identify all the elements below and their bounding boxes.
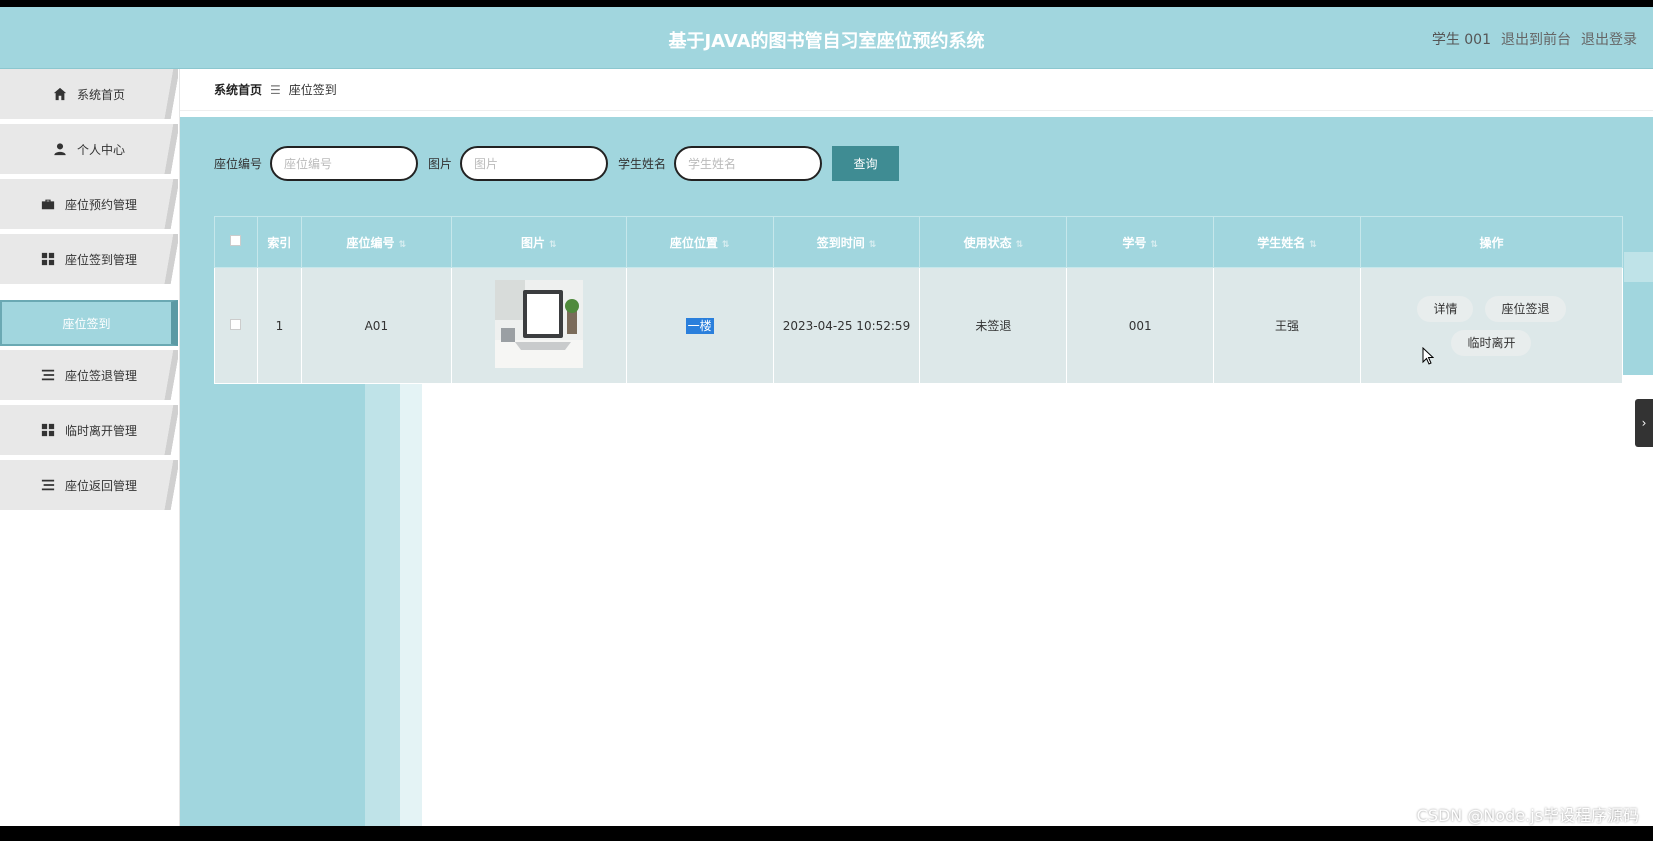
student-name-input[interactable] [674, 146, 823, 181]
column-header-label: 图片 [520, 235, 545, 250]
checkout-button[interactable]: 座位签退 [1485, 295, 1566, 322]
seat-no-cell: A01 [300, 267, 452, 384]
grid-icon [41, 423, 55, 437]
location-value: 一楼 [685, 318, 714, 334]
column-header-label: 签到时间 [816, 235, 865, 250]
sort-icon[interactable]: ⇅ [1150, 240, 1158, 250]
column-header[interactable]: 学号 ⇅ [1066, 216, 1215, 268]
column-header[interactable]: 图片 ⇅ [450, 216, 627, 268]
column-header-label: 座位位置 [669, 235, 718, 250]
submenu-item-checkin[interactable]: 座位签到 [0, 300, 178, 346]
list-icon [41, 478, 55, 492]
row-select-cell [214, 267, 258, 384]
breadcrumb-current: 座位签到 [288, 83, 337, 97]
checkin-time-cell: 2023-04-25 10:52:59 [772, 267, 921, 384]
watermark: CSDN @Node.js毕设程序源码 [1416, 806, 1639, 825]
column-header[interactable]: 使用状态 ⇅ [919, 216, 1068, 268]
sort-icon[interactable]: ⇅ [1016, 240, 1024, 250]
sidebar-item-label: 座位签到管理 [64, 252, 137, 267]
sidebar-item-label: 个人中心 [76, 142, 125, 157]
sort-icon[interactable]: ⇅ [399, 240, 407, 250]
seat-photo[interactable] [494, 280, 583, 368]
seat-no-input[interactable] [270, 146, 419, 181]
sidebar-item-label: 座位预约管理 [64, 197, 137, 212]
temporary-leave-button[interactable]: 临时离开 [1451, 329, 1532, 356]
sidebar-item-label: 座位签退管理 [64, 368, 137, 383]
decor-stripe [365, 375, 400, 826]
top-header: 基于JAVA的图书管自习室座位预约系统 学生 001 退出到前台 退出登录 [0, 7, 1653, 69]
image-cell [450, 267, 627, 384]
search-button[interactable]: 查询 [832, 146, 900, 181]
student-name-cell: 王强 [1213, 267, 1361, 384]
system-title: 基于JAVA的图书管自习室座位预约系统 [668, 31, 985, 52]
sidebar-item-reservation[interactable]: 座位预约管理 [0, 179, 178, 229]
sidebar-item-return[interactable]: 座位返回管理 [0, 460, 178, 510]
column-header[interactable]: 学生姓名 ⇅ [1213, 216, 1361, 268]
breadcrumb-home[interactable]: 系统首页 [214, 81, 262, 98]
decor-band [1624, 252, 1653, 282]
grid-icon [41, 252, 55, 266]
app-window: 基于JAVA的图书管自习室座位预约系统 学生 001 退出到前台 退出登录 系统… [0, 7, 1653, 826]
select-all-checkbox[interactable] [230, 235, 242, 246]
status-cell: 未签退 [919, 267, 1068, 384]
briefcase-icon [41, 197, 55, 211]
image-label: 图片 [428, 157, 453, 171]
sidebar-item-leave[interactable]: 临时离开管理 [0, 405, 178, 455]
column-header: 操作 [1359, 216, 1624, 268]
breadcrumb: 系统首页 ☰ 座位签到 [180, 69, 1653, 111]
column-header-label: 学号 [1122, 235, 1147, 250]
table-row: 1 A01 一楼 2023-04-25 10:52:59 未签退 001 王强 … [214, 267, 1624, 384]
sidebar-item-profile[interactable]: 个人中心 [0, 124, 178, 174]
column-header[interactable]: 座位编号 ⇅ [300, 216, 452, 268]
column-header[interactable]: 签到时间 ⇅ [772, 216, 921, 268]
sidebar-item-checkout[interactable]: 座位签退管理 [0, 350, 178, 400]
checkin-table: 索引 座位编号 ⇅ 图片 ⇅ 座位位置 ⇅ 签到时间 ⇅ 使用状态 ⇅ 学号 ⇅ 学生姓名 ⇅… [214, 216, 1624, 384]
chevron-right-icon[interactable]: › [1635, 399, 1653, 447]
sort-icon[interactable]: ⇅ [869, 240, 877, 250]
column-header-label: 学生姓名 [1257, 235, 1306, 250]
list-icon [41, 368, 55, 382]
user-bar: 学生 001 退出到前台 退出登录 [1432, 29, 1637, 49]
index-cell: 1 [256, 267, 302, 384]
column-header-label: 操作 [1479, 235, 1504, 250]
student-name-label: 学生姓名 [618, 157, 667, 171]
table-header-row: 索引 座位编号 ⇅ 图片 ⇅ 座位位置 ⇅ 签到时间 ⇅ 使用状态 ⇅ 学号 ⇅ 学生姓名 ⇅… [214, 216, 1624, 268]
front-link[interactable]: 退出到前台 [1501, 29, 1571, 49]
column-header-label: 座位编号 [346, 235, 395, 250]
user-label: 学生 001 [1431, 32, 1491, 48]
row-checkbox[interactable] [230, 318, 242, 330]
content-blank [422, 375, 1653, 826]
sidebar-item-label: 临时离开管理 [64, 423, 137, 438]
logout-link[interactable]: 退出登录 [1581, 29, 1637, 49]
sort-icon[interactable]: ⇅ [722, 240, 730, 250]
location-cell: 一楼 [625, 267, 774, 384]
student-no-cell: 001 [1066, 267, 1215, 384]
breadcrumb-separator: ☰ [270, 82, 281, 97]
sidebar-item-checkin[interactable]: 座位签到管理 [0, 234, 178, 284]
detail-button[interactable]: 详情 [1417, 295, 1474, 322]
search-bar: 座位编号 图片 学生姓名 查询 [214, 146, 900, 181]
sort-icon[interactable]: ⇅ [549, 240, 557, 250]
sidebar-item-label: 系统首页 [76, 87, 125, 102]
home-icon [53, 87, 67, 101]
seat-no-label: 座位编号 [214, 157, 263, 171]
column-header-label: 索引 [267, 235, 292, 250]
sidebar-item-home[interactable]: 系统首页 [0, 69, 178, 119]
decor-stripe [400, 375, 422, 826]
sidebar-item-label: 座位返回管理 [64, 478, 137, 493]
image-input[interactable] [460, 146, 609, 181]
sidebar: 系统首页 个人中心 座位预约管理 座位签到管理 座位签到 座位签退管理 临时离开… [0, 69, 180, 826]
sort-icon[interactable]: ⇅ [1309, 240, 1317, 250]
column-header-label: 使用状态 [963, 235, 1012, 250]
actions-cell: 详情 座位签退 临时离开 [1359, 267, 1624, 384]
mouse-cursor-icon [1422, 347, 1434, 365]
column-header[interactable]: 索引 [256, 216, 302, 268]
column-header[interactable]: 座位位置 ⇅ [625, 216, 774, 268]
select-all-header [214, 216, 258, 268]
user-icon [53, 142, 67, 156]
